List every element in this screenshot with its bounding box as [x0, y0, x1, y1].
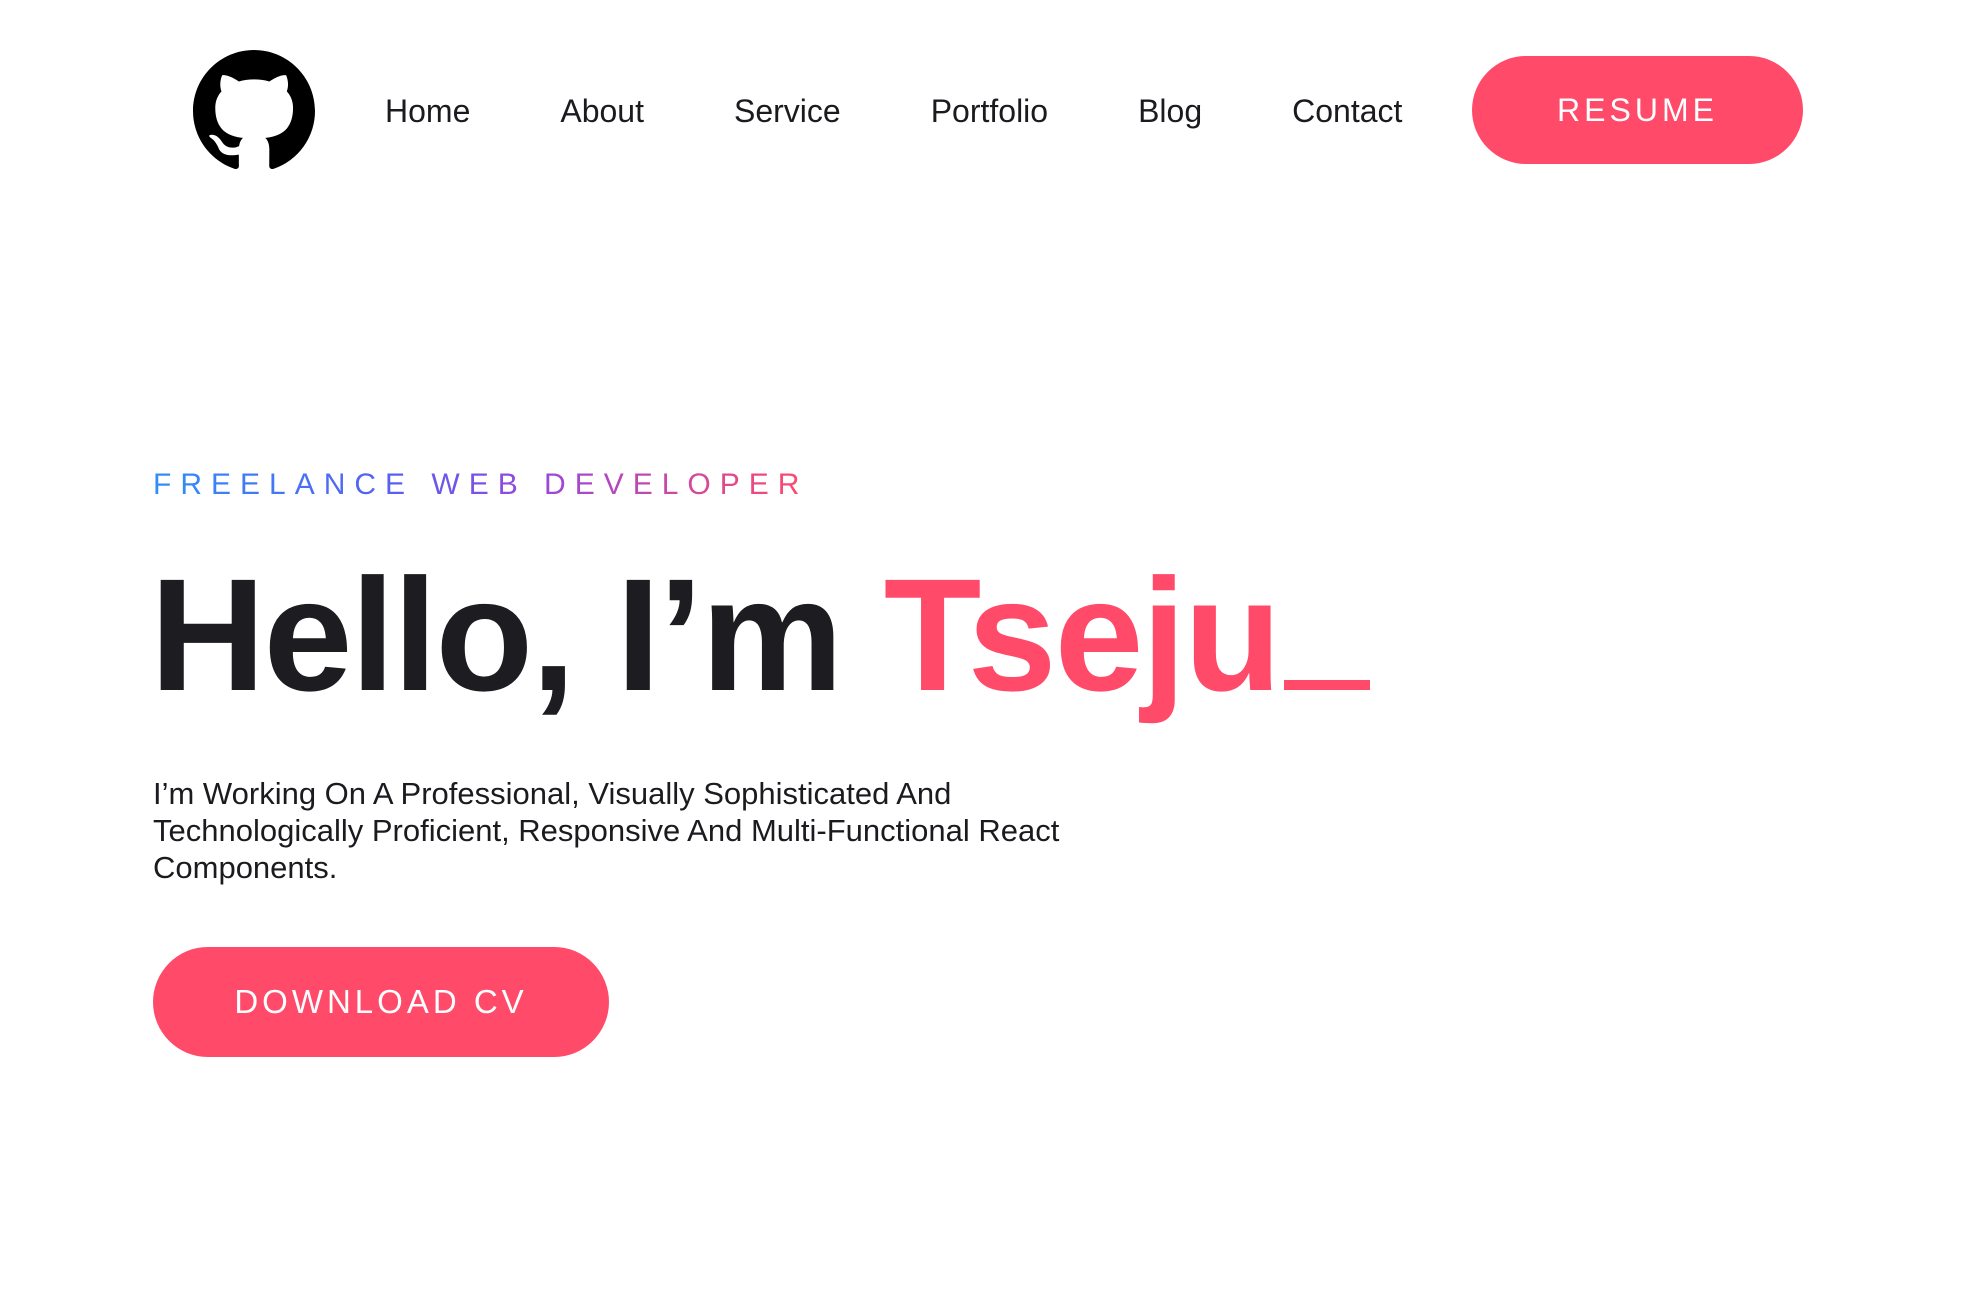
nav-item-blog[interactable]: Blog [1138, 86, 1202, 136]
github-icon[interactable] [193, 50, 315, 172]
hero-description: I’m Working On A Professional, Visually … [153, 776, 1060, 885]
hero-greeting: Hello, I’m [150, 545, 884, 724]
typing-cursor [1283, 680, 1370, 690]
page: Home About Service Portfolio Blog Contac… [0, 0, 1976, 1296]
hero-headline: Hello, I’m Tseju [150, 545, 1370, 725]
nav-item-contact[interactable]: Contact [1292, 86, 1402, 136]
download-cv-button[interactable]: DOWNLOAD CV [153, 947, 609, 1057]
hero-name: Tseju [883, 545, 1282, 724]
nav-item-home[interactable]: Home [385, 86, 470, 136]
main-nav: Home About Service Portfolio Blog Contac… [385, 86, 1402, 136]
nav-item-service[interactable]: Service [734, 86, 841, 136]
hero-subtitle: FREELANCE WEB DEVELOPER [153, 468, 809, 501]
resume-button[interactable]: RESUME [1472, 56, 1803, 164]
nav-item-about[interactable]: About [560, 86, 644, 136]
nav-item-portfolio[interactable]: Portfolio [931, 86, 1048, 136]
github-logo-svg [193, 50, 315, 169]
